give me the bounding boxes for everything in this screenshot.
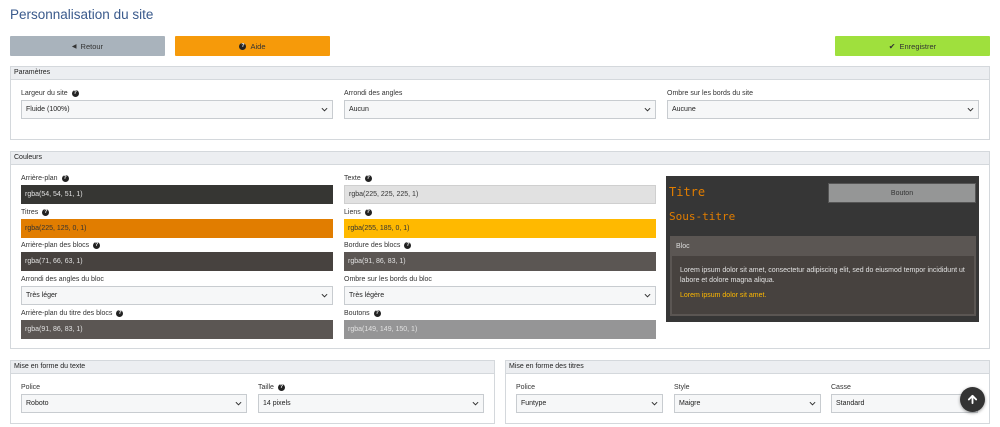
help-button[interactable]: ? Aide: [175, 36, 330, 56]
chevron-down-icon: [321, 293, 328, 298]
question-circle-icon[interactable]: ?: [71, 90, 79, 97]
buttons-color-label: Boutons ?: [344, 310, 381, 317]
links-color-input[interactable]: rgba(255, 185, 0, 1): [344, 219, 656, 238]
preview-title: Titre: [669, 185, 706, 199]
preview-button: Bouton: [828, 183, 976, 203]
chevron-down-icon: [644, 293, 651, 298]
text-color-input[interactable]: rgba(225, 225, 225, 1): [344, 185, 656, 204]
links-color-label: Liens ?: [344, 209, 372, 216]
chevron-down-icon: [472, 401, 479, 406]
text-format-panel: Mise en forme du texte: [10, 360, 495, 424]
titles-font-label: Police: [516, 384, 536, 391]
block-border-label: Bordure des blocs ?: [344, 242, 412, 249]
titles-style-select[interactable]: Maigre: [674, 394, 821, 413]
question-circle-icon[interactable]: ?: [116, 310, 124, 317]
chevron-down-icon: [644, 107, 651, 112]
site-width-label: Largeur du site ?: [21, 90, 79, 97]
scroll-top-button[interactable]: [960, 387, 985, 412]
titles-format-panel: Mise en forme des titres: [505, 360, 990, 424]
page-title: Personnalisation du site: [10, 7, 154, 22]
titles-color-label: Titres ?: [21, 209, 50, 216]
help-button-label: Aide: [250, 41, 266, 51]
preview-subtitle: Sous-titre: [669, 210, 736, 223]
text-format-panel-title: Mise en forme du texte: [11, 361, 494, 374]
titles-font-select[interactable]: Funtype: [516, 394, 663, 413]
question-circle-icon[interactable]: ?: [61, 175, 69, 182]
question-circle-icon[interactable]: ?: [364, 209, 372, 216]
block-shadow-select[interactable]: Très légère: [344, 286, 656, 305]
chevron-down-icon: [809, 401, 816, 406]
text-size-label: Taille ?: [258, 384, 285, 391]
question-circle-icon[interactable]: ?: [364, 175, 372, 182]
site-width-select[interactable]: Fluide (100%): [21, 100, 333, 119]
background-color-input[interactable]: rgba(54, 54, 51, 1): [21, 185, 333, 204]
couleurs-panel-title: Couleurs: [11, 152, 989, 165]
chevron-down-icon: [321, 107, 328, 112]
chevron-down-icon: [651, 401, 658, 406]
site-shadow-label: Ombre sur les bords du site: [667, 90, 753, 97]
buttons-color-input[interactable]: rgba(149, 149, 150, 1): [344, 320, 656, 339]
block-bg-label: Arrière-plan des blocs ?: [21, 242, 101, 249]
chevron-down-icon: [967, 107, 974, 112]
titles-case-label: Casse: [831, 384, 851, 391]
titles-format-panel-title: Mise en forme des titres: [506, 361, 989, 374]
block-title-bg-color-input[interactable]: rgba(91, 86, 83, 1): [21, 320, 333, 339]
block-title-bg-label: Arrière-plan du titre des blocs ?: [21, 310, 124, 317]
question-circle-icon[interactable]: ?: [277, 384, 285, 391]
text-font-label: Police: [21, 384, 41, 391]
block-bg-color-input[interactable]: rgba(71, 66, 63, 1): [21, 252, 333, 271]
background-label: Arrière-plan ?: [21, 175, 69, 182]
preview-block-title: Bloc: [672, 238, 974, 256]
text-font-select[interactable]: Roboto: [21, 394, 247, 413]
block-border-color-input[interactable]: rgba(91, 86, 83, 1): [344, 252, 656, 271]
back-button[interactable]: ◀ Retour: [10, 36, 165, 56]
save-button-label: Enregistrer: [899, 41, 937, 51]
site-radius-label: Arrondi des angles: [344, 90, 403, 97]
back-button-label: Retour: [80, 41, 104, 51]
check-icon: ✔: [888, 41, 896, 51]
question-circle-icon[interactable]: ?: [404, 242, 412, 249]
block-shadow-label: Ombre sur les bords du bloc: [344, 276, 432, 283]
text-color-label: Texte ?: [344, 175, 372, 182]
arrow-left-icon: ◀: [71, 43, 77, 50]
save-button[interactable]: ✔ Enregistrer: [835, 36, 990, 56]
question-circle-icon: ?: [239, 42, 247, 50]
chevron-down-icon: [235, 401, 242, 406]
titles-color-input[interactable]: rgba(225, 125, 0, 1): [21, 219, 333, 238]
question-circle-icon[interactable]: ?: [42, 209, 50, 216]
question-circle-icon[interactable]: ?: [93, 242, 101, 249]
preview-block: Bloc Lorem ipsum dolor sit amet, consect…: [670, 236, 976, 316]
block-radius-label: Arrondi des angles du bloc: [21, 276, 104, 283]
titles-style-label: Style: [674, 384, 690, 391]
text-size-select[interactable]: 14 pixels: [258, 394, 484, 413]
site-radius-select[interactable]: Aucun: [344, 100, 656, 119]
block-radius-select[interactable]: Très léger: [21, 286, 333, 305]
site-shadow-select[interactable]: Aucune: [667, 100, 979, 119]
preview-link: Lorem ipsum dolor sit amet.: [680, 292, 767, 299]
preview-body-text: Lorem ipsum dolor sit amet, consectetur …: [680, 267, 965, 284]
arrow-up-icon: [967, 394, 978, 405]
question-circle-icon[interactable]: ?: [373, 310, 381, 317]
theme-preview: Titre Sous-titre Bouton Bloc Lorem ipsum…: [666, 176, 979, 322]
parametres-panel-title: Paramètres: [11, 67, 989, 80]
titles-case-select[interactable]: Standard: [831, 394, 978, 413]
